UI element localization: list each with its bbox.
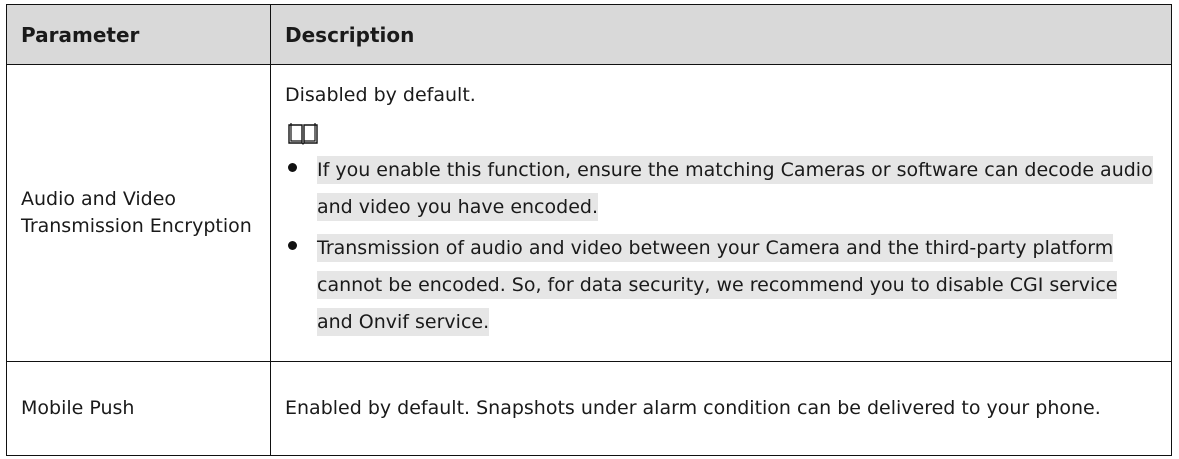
note-text: If you enable this function, ensure the … <box>317 155 1153 221</box>
table-row: Mobile Push Enabled by default. Snapshot… <box>6 361 1172 456</box>
parameter-table: Parameter Description Audio and Video Tr… <box>6 4 1172 456</box>
parameter-cell: Audio and Video Transmission Encryption <box>6 64 271 362</box>
list-item: If you enable this function, ensure the … <box>285 152 1157 226</box>
description-cell: Disabled by default. If you enable this … <box>270 64 1172 362</box>
book-icon <box>287 122 319 146</box>
bullet-icon <box>288 162 297 172</box>
table-row: Audio and Video Transmission Encryption … <box>6 64 1172 362</box>
table-header-row: Parameter Description <box>6 4 1172 65</box>
description-text: Disabled by default. <box>285 83 476 106</box>
note-list: If you enable this function, ensure the … <box>285 152 1157 341</box>
note-text: Transmission of audio and video between … <box>317 233 1118 336</box>
description-cell: Enabled by default. Snapshots under alar… <box>270 361 1172 456</box>
list-item: Transmission of audio and video between … <box>285 230 1157 341</box>
parameter-cell: Mobile Push <box>6 361 271 456</box>
header-description: Description <box>270 4 1172 65</box>
header-parameter: Parameter <box>6 4 271 65</box>
bullet-icon <box>288 240 297 250</box>
